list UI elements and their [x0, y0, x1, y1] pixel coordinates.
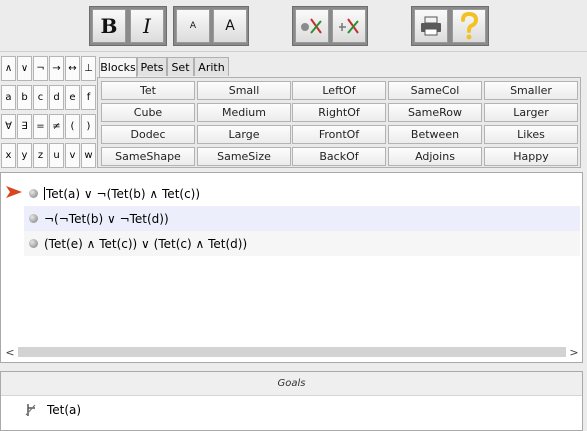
font-smaller-button[interactable]: A	[176, 9, 210, 43]
predicate-adjoins-button[interactable]: Adjoins	[388, 147, 482, 166]
predicate-leftof-button[interactable]: LeftOf	[292, 81, 386, 100]
tab-pets[interactable]: Pets	[137, 57, 167, 76]
scroll-right-button[interactable]: >	[568, 345, 580, 359]
key-not[interactable]: ¬	[33, 56, 48, 81]
italic-button[interactable]: I	[130, 9, 164, 43]
key-and[interactable]: ∧	[1, 56, 16, 81]
predicate-happy-button[interactable]: Happy	[484, 147, 578, 166]
text-caret	[44, 187, 45, 200]
scroll-left-button[interactable]: <	[4, 345, 16, 359]
question-mark-icon	[461, 11, 479, 40]
tab-arith[interactable]: Arith	[194, 57, 229, 76]
key-or[interactable]: ∨	[17, 56, 32, 81]
toolbar: B I A A	[0, 0, 587, 52]
printer-icon	[421, 16, 441, 36]
key-left-paren[interactable]: (	[65, 114, 80, 139]
predicate-medium-button[interactable]: Medium	[197, 103, 291, 122]
verify-sentence-button[interactable]	[295, 9, 329, 43]
predicate-samerow-button[interactable]: SameRow	[388, 103, 482, 122]
key-implies[interactable]: →	[49, 56, 64, 81]
key-u[interactable]: u	[49, 143, 64, 168]
key-e[interactable]: e	[65, 85, 80, 110]
key-y[interactable]: y	[17, 143, 32, 168]
help-button[interactable]	[452, 9, 486, 43]
font-larger-button[interactable]: A	[213, 9, 247, 43]
sentence-text: ¬(¬Tet(b) ∨ ¬Tet(d))	[44, 211, 169, 226]
key-forall[interactable]: ∀	[1, 114, 16, 139]
predicate-small-button[interactable]: Small	[197, 81, 291, 100]
predicate-tet-button[interactable]: Tet	[101, 81, 195, 100]
predicate-cube-button[interactable]: Cube	[101, 103, 195, 122]
current-sentence-pointer-icon	[6, 186, 22, 198]
predicate-panel: Blocks Pets Set Arith Tet Small LeftOf S…	[97, 56, 581, 168]
key-d[interactable]: d	[49, 85, 64, 110]
key-a[interactable]: a	[1, 85, 16, 110]
sentence-bullet-icon	[29, 189, 38, 198]
sentence-row[interactable]: ¬(¬Tet(b) ∨ ¬Tet(d))	[24, 206, 580, 231]
goals-panel: Goals Tet(a)	[0, 371, 583, 431]
goals-header: Goals	[1, 372, 582, 396]
sentence-row[interactable]: Tet(a) ∨ ¬(Tet(b) ∧ Tet(c))	[24, 181, 580, 206]
key-b[interactable]: b	[17, 85, 32, 110]
sentence-text: Tet(a) ∨ ¬(Tet(b) ∧ Tet(c))	[46, 186, 201, 201]
predicate-large-button[interactable]: Large	[197, 125, 291, 144]
key-iff[interactable]: ↔	[65, 56, 80, 81]
sentence-text: (Tet(e) ∧ Tet(c)) ∨ (Tet(c) ∧ Tet(d))	[44, 236, 248, 251]
predicate-backof-button[interactable]: BackOf	[292, 147, 386, 166]
predicate-frontof-button[interactable]: FrontOf	[292, 125, 386, 144]
predicate-sameshape-button[interactable]: SameShape	[101, 147, 195, 166]
key-bottom[interactable]: ⊥	[81, 56, 96, 81]
key-c[interactable]: c	[33, 85, 48, 110]
key-x[interactable]: x	[1, 143, 16, 168]
sentence-bullet-icon	[29, 214, 38, 223]
horizontal-scrollbar[interactable]: < >	[4, 345, 580, 359]
predicate-dodec-button[interactable]: Dodec	[101, 125, 195, 144]
key-v[interactable]: v	[65, 143, 80, 168]
key-equals[interactable]: =	[33, 114, 48, 139]
font-size-button-group: A A	[173, 6, 249, 46]
goal-item[interactable]: Tet(a)	[1, 397, 582, 423]
predicate-likes-button[interactable]: Likes	[484, 125, 578, 144]
verify-all-icon	[339, 18, 359, 34]
verify-all-button[interactable]	[332, 9, 366, 43]
verify-button-group	[292, 6, 368, 46]
scrollbar-track[interactable]	[18, 347, 566, 357]
predicate-samecol-button[interactable]: SameCol	[388, 81, 482, 100]
bold-button[interactable]: B	[92, 9, 126, 43]
sentence-row[interactable]: (Tet(e) ∧ Tet(c)) ∨ (Tet(c) ∧ Tet(d))	[24, 231, 580, 256]
print-button[interactable]	[414, 9, 448, 43]
goal-text: Tet(a)	[47, 403, 82, 417]
predicate-samesize-button[interactable]: SameSize	[197, 147, 291, 166]
print-help-button-group	[411, 6, 489, 46]
goal-status-icon	[25, 404, 36, 416]
symbol-keypad: ∧ ∨ ¬ → ↔ ⊥ a b c d e f ∀ ∃ = ≠ ( ) x y …	[0, 56, 97, 168]
key-f[interactable]: f	[81, 85, 96, 110]
predicate-grid: Tet Small LeftOf SameCol Smaller Cube Me…	[97, 77, 581, 168]
key-not-equals[interactable]: ≠	[49, 114, 64, 139]
predicate-smaller-button[interactable]: Smaller	[484, 81, 578, 100]
key-z[interactable]: z	[33, 143, 48, 168]
tab-set[interactable]: Set	[167, 57, 194, 76]
tab-blocks[interactable]: Blocks	[99, 57, 137, 77]
key-w[interactable]: w	[81, 143, 96, 168]
sentence-bullet-icon	[29, 239, 38, 248]
key-right-paren[interactable]: )	[81, 114, 96, 139]
predicate-larger-button[interactable]: Larger	[484, 103, 578, 122]
predicate-between-button[interactable]: Between	[388, 125, 482, 144]
key-exists[interactable]: ∃	[17, 114, 32, 139]
style-button-group: B I	[89, 6, 167, 46]
predicate-rightof-button[interactable]: RightOf	[292, 103, 386, 122]
verify-one-icon	[301, 18, 322, 34]
sentence-editor[interactable]: Tet(a) ∨ ¬(Tet(b) ∧ Tet(c)) ¬(¬Tet(b) ∨ …	[0, 172, 583, 363]
